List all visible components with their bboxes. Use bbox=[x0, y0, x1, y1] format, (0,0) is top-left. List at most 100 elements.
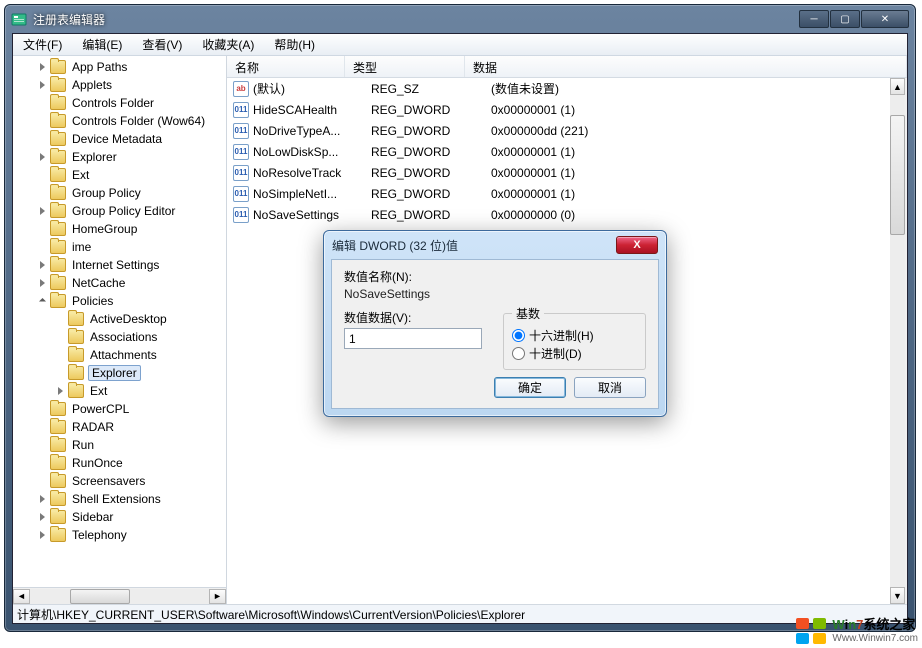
tree-label: Telephony bbox=[70, 528, 129, 542]
tree-row[interactable]: Screensavers bbox=[13, 472, 226, 490]
folder-icon bbox=[50, 78, 66, 92]
tree-row[interactable]: Ext bbox=[13, 166, 226, 184]
tree-row[interactable]: Controls Folder (Wow64) bbox=[13, 112, 226, 130]
cancel-button[interactable]: 取消 bbox=[574, 377, 646, 398]
tree-label: Run bbox=[70, 438, 96, 452]
value-data-input[interactable] bbox=[344, 328, 482, 349]
tree-row[interactable]: Device Metadata bbox=[13, 130, 226, 148]
list-row[interactable]: NoDriveTypeA...REG_DWORD0x000000dd (221) bbox=[227, 120, 907, 141]
expander-none bbox=[35, 222, 49, 236]
tree-row[interactable]: Shell Extensions bbox=[13, 490, 226, 508]
scroll-down-button[interactable]: ▼ bbox=[890, 587, 905, 604]
cell-type: REG_DWORD bbox=[363, 166, 483, 180]
tree-row[interactable]: Associations bbox=[13, 328, 226, 346]
radio-hex-row[interactable]: 十六进制(H) bbox=[512, 327, 637, 344]
expander-closed-icon[interactable] bbox=[35, 528, 49, 542]
expander-closed-icon[interactable] bbox=[53, 384, 67, 398]
tree-row[interactable]: Telephony bbox=[13, 526, 226, 544]
expander-closed-icon[interactable] bbox=[35, 78, 49, 92]
close-button[interactable]: ✕ bbox=[861, 10, 909, 28]
folder-icon bbox=[50, 402, 66, 416]
radio-dec-row[interactable]: 十进制(D) bbox=[512, 345, 637, 362]
menu-item-0[interactable]: 文件(F) bbox=[13, 34, 72, 56]
tree-row[interactable]: Sidebar bbox=[13, 508, 226, 526]
expander-closed-icon[interactable] bbox=[35, 60, 49, 74]
list-row[interactable]: NoLowDiskSp...REG_DWORD0x00000001 (1) bbox=[227, 141, 907, 162]
cell-type: REG_DWORD bbox=[363, 208, 483, 222]
tree[interactable]: App PathsAppletsControls FolderControls … bbox=[13, 56, 226, 587]
maximize-button[interactable]: ▢ bbox=[830, 10, 860, 28]
expander-closed-icon[interactable] bbox=[35, 204, 49, 218]
tree-row[interactable]: PowerCPL bbox=[13, 400, 226, 418]
list-row[interactable]: NoResolveTrackREG_DWORD0x00000001 (1) bbox=[227, 162, 907, 183]
cell-type: REG_DWORD bbox=[363, 187, 483, 201]
tree-row[interactable]: ime bbox=[13, 238, 226, 256]
header-name[interactable]: 名称 bbox=[227, 56, 345, 77]
tree-row[interactable]: Applets bbox=[13, 76, 226, 94]
scroll-thumb[interactable] bbox=[70, 589, 130, 604]
menu-item-4[interactable]: 帮助(H) bbox=[264, 34, 325, 56]
tree-row[interactable]: Internet Settings bbox=[13, 256, 226, 274]
expander-none bbox=[53, 366, 67, 380]
tree-row[interactable]: Attachments bbox=[13, 346, 226, 364]
menu-item-2[interactable]: 查看(V) bbox=[132, 34, 192, 56]
tree-row[interactable]: RADAR bbox=[13, 418, 226, 436]
folder-icon bbox=[50, 294, 66, 308]
expander-closed-icon[interactable] bbox=[35, 276, 49, 290]
tree-label: Device Metadata bbox=[70, 132, 164, 146]
scroll-up-button[interactable]: ▲ bbox=[890, 78, 905, 95]
vertical-scrollbar[interactable]: ▲ ▼ bbox=[890, 78, 907, 604]
tree-row[interactable]: Run bbox=[13, 436, 226, 454]
tree-row[interactable]: RunOnce bbox=[13, 454, 226, 472]
string-value-icon bbox=[233, 81, 249, 97]
vscroll-track[interactable] bbox=[890, 95, 905, 587]
scroll-track[interactable] bbox=[30, 589, 209, 604]
expander-closed-icon[interactable] bbox=[35, 492, 49, 506]
expander-closed-icon[interactable] bbox=[35, 150, 49, 164]
tree-row[interactable]: Group Policy Editor bbox=[13, 202, 226, 220]
list-row[interactable]: NoSaveSettingsREG_DWORD0x00000000 (0) bbox=[227, 204, 907, 225]
tree-label: Explorer bbox=[70, 150, 119, 164]
edit-dword-dialog[interactable]: 编辑 DWORD (32 位)值 X 数值名称(N): NoSaveSettin… bbox=[323, 230, 667, 417]
tree-row[interactable]: HomeGroup bbox=[13, 220, 226, 238]
vscroll-thumb[interactable] bbox=[890, 115, 905, 235]
expander-none bbox=[35, 168, 49, 182]
dialog-titlebar[interactable]: 编辑 DWORD (32 位)值 X bbox=[324, 231, 666, 259]
radio-hex[interactable] bbox=[512, 329, 525, 342]
tree-label: Internet Settings bbox=[70, 258, 161, 272]
list-header[interactable]: 名称 类型 数据 bbox=[227, 56, 907, 78]
expander-closed-icon[interactable] bbox=[35, 258, 49, 272]
tree-label: Screensavers bbox=[70, 474, 147, 488]
tree-row[interactable]: NetCache bbox=[13, 274, 226, 292]
cell-data: 0x00000001 (1) bbox=[483, 187, 907, 201]
tree-label: RunOnce bbox=[70, 456, 125, 470]
minimize-button[interactable]: ─ bbox=[799, 10, 829, 28]
tree-row[interactable]: Controls Folder bbox=[13, 94, 226, 112]
menu-item-1[interactable]: 编辑(E) bbox=[72, 34, 132, 56]
expander-closed-icon[interactable] bbox=[35, 510, 49, 524]
dialog-close-button[interactable]: X bbox=[616, 236, 658, 254]
header-type[interactable]: 类型 bbox=[345, 56, 465, 77]
titlebar[interactable]: 注册表编辑器 ─ ▢ ✕ bbox=[5, 5, 915, 33]
tree-row[interactable]: Policies bbox=[13, 292, 226, 310]
expander-open-icon[interactable] bbox=[35, 294, 49, 308]
ok-button[interactable]: 确定 bbox=[494, 377, 566, 398]
header-data[interactable]: 数据 bbox=[465, 56, 907, 77]
list-row[interactable]: (默认)REG_SZ(数值未设置) bbox=[227, 78, 907, 99]
tree-row[interactable]: App Paths bbox=[13, 58, 226, 76]
scroll-right-button[interactable]: ► bbox=[209, 589, 226, 604]
horizontal-scrollbar[interactable]: ◄ ► bbox=[13, 587, 226, 604]
tree-row[interactable]: Ext bbox=[13, 382, 226, 400]
list-row[interactable]: HideSCAHealthREG_DWORD0x00000001 (1) bbox=[227, 99, 907, 120]
list-row[interactable]: NoSimpleNetI...REG_DWORD0x00000001 (1) bbox=[227, 183, 907, 204]
cell-data: 0x000000dd (221) bbox=[483, 124, 907, 138]
menu-item-3[interactable]: 收藏夹(A) bbox=[192, 34, 264, 56]
tree-row[interactable]: ActiveDesktop bbox=[13, 310, 226, 328]
tree-row[interactable]: Explorer bbox=[13, 364, 226, 382]
radio-dec[interactable] bbox=[512, 347, 525, 360]
tree-row[interactable]: Group Policy bbox=[13, 184, 226, 202]
tree-row[interactable]: Explorer bbox=[13, 148, 226, 166]
tree-label: Policies bbox=[70, 294, 115, 308]
scroll-left-button[interactable]: ◄ bbox=[13, 589, 30, 604]
radio-dec-label: 十进制(D) bbox=[529, 345, 582, 362]
